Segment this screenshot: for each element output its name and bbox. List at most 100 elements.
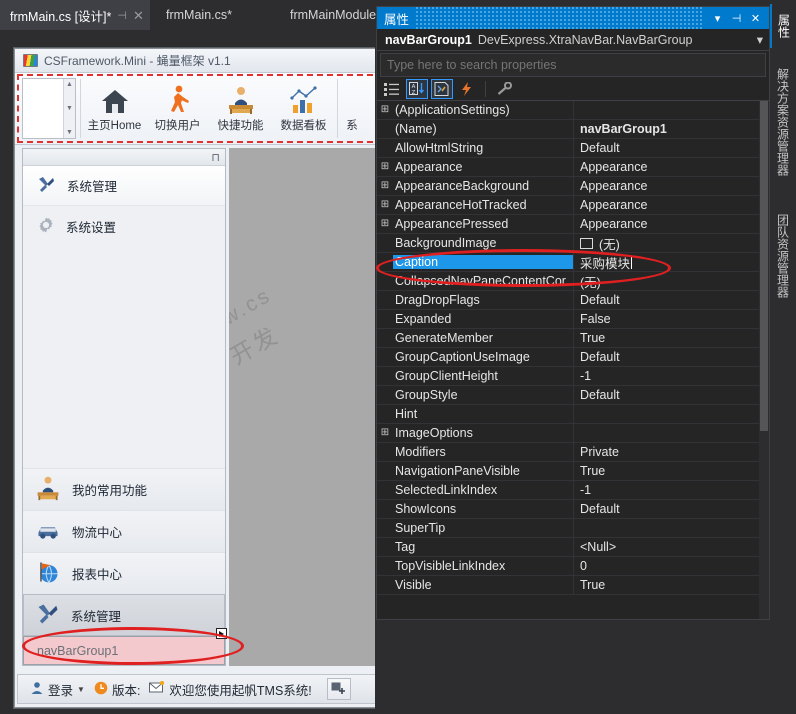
property-row[interactable]: ⊞ AppearanceHotTracked Appearance bbox=[377, 196, 769, 215]
navbar-link-system-settings[interactable]: 系统设置 bbox=[23, 206, 225, 246]
property-value[interactable] bbox=[573, 405, 769, 423]
property-value[interactable]: 采购模块 bbox=[573, 253, 769, 271]
property-value[interactable]: True bbox=[573, 462, 769, 480]
property-row[interactable]: SuperTip bbox=[377, 519, 769, 538]
object-selector[interactable]: navBarGroup1 DevExpress.XtraNavBar.NavBa… bbox=[377, 29, 769, 51]
gallery-scroll-buttons[interactable]: ▲ ▼ ▼ bbox=[63, 79, 75, 138]
property-row[interactable]: GenerateMember True bbox=[377, 329, 769, 348]
properties-grid[interactable]: ⊞ (ApplicationSettings) (Name) navBarGroup1… bbox=[377, 101, 769, 619]
property-value[interactable] bbox=[573, 101, 769, 119]
property-row[interactable]: Hint bbox=[377, 405, 769, 424]
status-version[interactable]: 版本: bbox=[94, 680, 140, 699]
property-row[interactable]: Modifiers Private bbox=[377, 443, 769, 462]
status-welcome[interactable]: 欢迎您使用起帆TMS系统! bbox=[149, 680, 312, 699]
pin-icon[interactable]: ⊓ bbox=[211, 151, 220, 164]
scrollbar-thumb[interactable] bbox=[760, 101, 768, 431]
properties-view-button[interactable] bbox=[431, 78, 453, 99]
status-login[interactable]: 登录 ▼ bbox=[30, 680, 85, 699]
property-row[interactable]: NavigationPaneVisible True bbox=[377, 462, 769, 481]
property-value[interactable]: Default bbox=[573, 348, 769, 366]
property-value[interactable]: (无) bbox=[573, 272, 769, 290]
tab-frmmain-design[interactable]: frmMain.cs [设计]* ⊣ ✕ bbox=[0, 0, 150, 30]
expand-plus-icon[interactable]: ⊞ bbox=[377, 428, 393, 438]
property-row[interactable]: GroupClientHeight -1 bbox=[377, 367, 769, 386]
resize-handle[interactable] bbox=[216, 628, 227, 639]
navbar-group-my-functions[interactable]: 我的常用功能 bbox=[23, 468, 225, 510]
ribbon-button-switch-user[interactable]: 切换用户 bbox=[146, 75, 209, 142]
property-row[interactable]: AllowHtmlString Default bbox=[377, 139, 769, 158]
property-row[interactable]: GroupStyle Default bbox=[377, 386, 769, 405]
property-value[interactable]: navBarGroup1 bbox=[573, 120, 769, 138]
property-value[interactable]: Appearance bbox=[573, 215, 769, 233]
property-row[interactable]: ⊞ AppearanceBackground Appearance bbox=[377, 177, 769, 196]
expand-plus-icon[interactable]: ⊞ bbox=[377, 181, 393, 191]
property-row[interactable]: Expanded False bbox=[377, 310, 769, 329]
chevron-down-icon[interactable]: ▾ bbox=[757, 32, 763, 47]
pin-icon[interactable]: ⊣ bbox=[727, 9, 746, 28]
property-value[interactable] bbox=[573, 424, 769, 442]
property-value[interactable]: <Null> bbox=[573, 538, 769, 556]
gallery-expand-icon[interactable]: ▼ bbox=[66, 129, 73, 136]
designer-surface[interactable]: CSFramework.Mini - 蝇量框架 v1.1 ▲ ▼ ▼ 主页Hom… bbox=[0, 30, 375, 714]
property-row[interactable]: ⊞ AppearancePressed Appearance bbox=[377, 215, 769, 234]
ribbon-button-quick-functions[interactable]: 快捷功能 bbox=[209, 75, 272, 142]
navbar-group-reports[interactable]: 报表中心 bbox=[23, 552, 225, 594]
property-value[interactable]: Appearance bbox=[573, 177, 769, 195]
ribbon-gallery-placeholder[interactable]: ▲ ▼ ▼ bbox=[22, 78, 76, 139]
property-value[interactable]: 0 bbox=[573, 557, 769, 575]
property-row[interactable]: GroupCaptionUseImage Default bbox=[377, 348, 769, 367]
dropdown-icon[interactable]: ▾ bbox=[708, 9, 727, 28]
chevron-down-icon[interactable]: ▼ bbox=[77, 685, 85, 694]
property-row[interactable]: ⊞ Appearance Appearance bbox=[377, 158, 769, 177]
property-value[interactable]: -1 bbox=[573, 367, 769, 385]
chevron-down-icon[interactable]: ▼ bbox=[66, 105, 73, 112]
navbar-control[interactable]: ⊓ 系统管理 系统设置 我的常用功能 物流中心 报表中心 系统管理 navBar… bbox=[22, 148, 227, 666]
property-value[interactable]: True bbox=[573, 576, 769, 594]
vtab-team-explorer[interactable]: 团队资源管理器 bbox=[770, 196, 796, 316]
property-value[interactable]: Default bbox=[573, 139, 769, 157]
property-value[interactable]: Private bbox=[573, 443, 769, 461]
property-row[interactable]: BackgroundImage (无) bbox=[377, 234, 769, 253]
ribbon-button-home[interactable]: 主页Home bbox=[83, 75, 146, 142]
property-value[interactable]: -1 bbox=[573, 481, 769, 499]
properties-search-box[interactable] bbox=[380, 53, 766, 77]
ribbon-button-system[interactable]: 系 bbox=[340, 75, 364, 142]
property-value[interactable]: True bbox=[573, 329, 769, 347]
pin-icon[interactable]: ⊣ bbox=[117, 9, 127, 22]
events-view-button[interactable] bbox=[456, 79, 478, 99]
property-row[interactable]: Caption 采购模块 bbox=[377, 253, 769, 272]
property-value[interactable]: (无) bbox=[573, 234, 769, 252]
expand-plus-icon[interactable]: ⊞ bbox=[377, 162, 393, 172]
property-row[interactable]: ⊞ (ApplicationSettings) bbox=[377, 101, 769, 120]
property-value[interactable]: Default bbox=[573, 386, 769, 404]
properties-scrollbar[interactable] bbox=[759, 101, 769, 619]
property-row[interactable]: TopVisibleLinkIndex 0 bbox=[377, 557, 769, 576]
close-icon[interactable]: ✕ bbox=[746, 9, 765, 28]
expand-plus-icon[interactable]: ⊞ bbox=[377, 105, 393, 115]
tab-frmmain-cs[interactable]: frmMain.cs* bbox=[156, 0, 240, 30]
property-row[interactable]: ⊞ ImageOptions bbox=[377, 424, 769, 443]
chevron-up-icon[interactable]: ▲ bbox=[66, 81, 73, 88]
search-input[interactable] bbox=[387, 58, 765, 72]
property-value[interactable] bbox=[573, 519, 769, 537]
property-row[interactable]: Visible True bbox=[377, 576, 769, 595]
ribbon-button-dashboard[interactable]: 数据看板 bbox=[272, 75, 335, 142]
expand-plus-icon[interactable]: ⊞ bbox=[377, 219, 393, 229]
vtab-solution-explorer[interactable]: 解决方案资源管理器 bbox=[770, 52, 796, 192]
new-window-icon[interactable] bbox=[326, 678, 351, 700]
navbar-group-logistics[interactable]: 物流中心 bbox=[23, 510, 225, 552]
categorized-view-button[interactable] bbox=[381, 79, 403, 99]
property-row[interactable]: SelectedLinkIndex -1 bbox=[377, 481, 769, 500]
property-pages-button[interactable] bbox=[493, 79, 515, 99]
navbar-link-system-manage[interactable]: 系统管理 bbox=[23, 166, 225, 206]
property-row[interactable]: Tag <Null> bbox=[377, 538, 769, 557]
expand-plus-icon[interactable]: ⊞ bbox=[377, 200, 393, 210]
property-row[interactable]: CollapsedNavPaneContentCor (无) bbox=[377, 272, 769, 291]
property-row[interactable]: DragDropFlags Default bbox=[377, 291, 769, 310]
navbar-group-new[interactable]: navBarGroup1 bbox=[23, 628, 227, 665]
vtab-properties[interactable]: 属性 bbox=[770, 4, 796, 48]
property-value[interactable]: False bbox=[573, 310, 769, 328]
property-row[interactable]: (Name) navBarGroup1 bbox=[377, 120, 769, 139]
close-icon[interactable]: ✕ bbox=[133, 9, 144, 22]
tab-frmmainmodule[interactable]: frmMainModule bbox=[280, 0, 384, 30]
